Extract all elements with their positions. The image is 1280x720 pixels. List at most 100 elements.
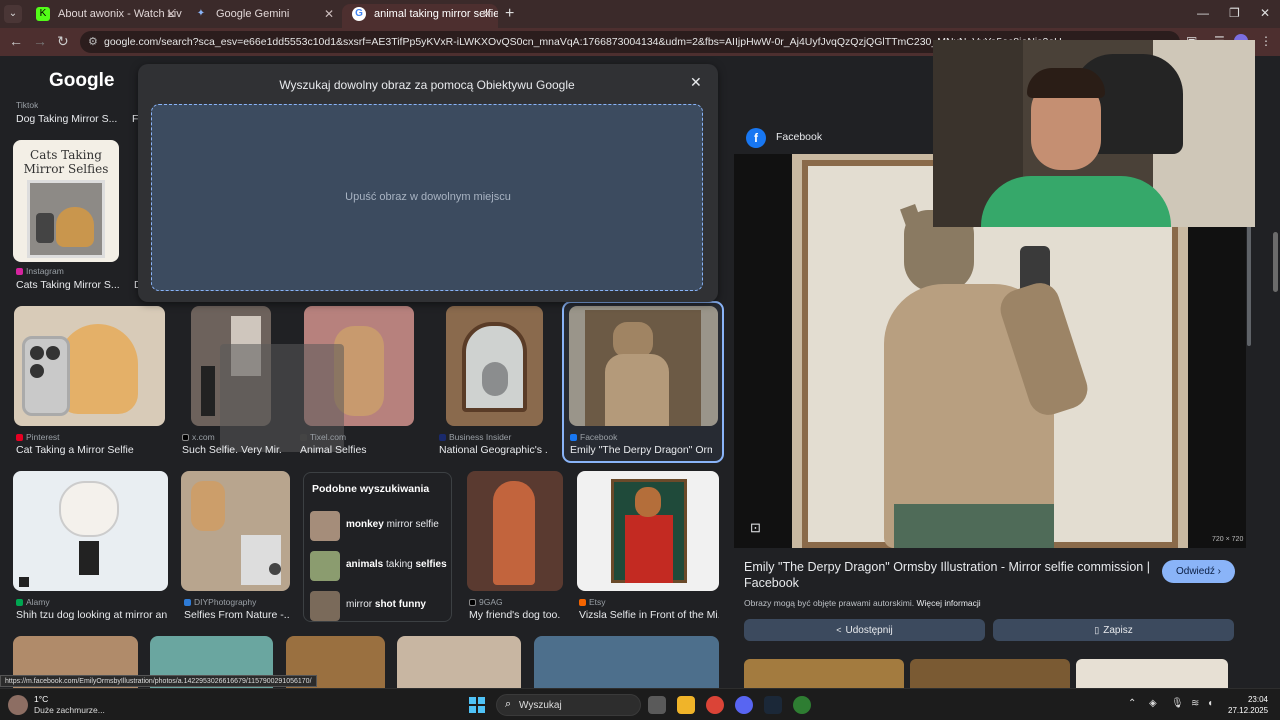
image-drop-zone[interactable]: Upuść obraz w dowolnym miejscu <box>151 104 703 291</box>
tab-search-icon[interactable]: ⌄ <box>4 5 22 23</box>
close-icon[interactable]: ✕ <box>166 4 176 24</box>
result-thumbnail-friends-dog[interactable] <box>467 471 563 591</box>
kick-icon: K <box>36 7 50 21</box>
tab-image-search[interactable]: G animal taking mirror selfie - Sz ✕ <box>342 4 498 28</box>
microphone-icon[interactable]: 🎙 <box>1171 698 1184 709</box>
result-caption[interactable]: Animal Selfies <box>300 444 410 456</box>
result-caption[interactable]: Vizsla Selfie in Front of the Mi... <box>579 609 719 621</box>
result-thumbnail-koala-mirror[interactable] <box>446 306 543 426</box>
visit-button[interactable]: Odwiedź › <box>1162 560 1235 583</box>
share-icon: < <box>836 625 842 635</box>
result-caption[interactable]: Cats Taking Mirror S... <box>16 279 126 291</box>
address-text: google.com/search?sca_esv=e66e1dd5553c10… <box>104 36 1062 48</box>
facebook-icon: f <box>746 128 766 148</box>
similar-thumb <box>310 591 340 621</box>
back-icon[interactable]: ← <box>9 33 23 49</box>
page-scrollbar[interactable] <box>1270 112 1280 688</box>
reload-icon[interactable]: ↻ <box>57 33 69 50</box>
site-info-icon[interactable]: ⚙ <box>88 31 98 53</box>
clock[interactable]: 23:04 27.12.2025 <box>1228 694 1268 716</box>
clock-time: 23:04 <box>1247 695 1268 704</box>
steam-icon[interactable] <box>764 696 782 714</box>
tixel-icon <box>300 434 307 441</box>
bookmark-icon: ▯ <box>1094 625 1100 635</box>
result-caption[interactable]: National Geographic's ... <box>439 444 547 456</box>
collection-icon <box>19 577 29 587</box>
chrome-icon[interactable] <box>706 696 724 714</box>
restore-icon[interactable]: ❐ <box>1229 6 1240 20</box>
similar-searches-title: Podobne wyszukiwania <box>312 483 430 495</box>
similar-search-animals[interactable]: animals taking selfies <box>310 551 450 581</box>
network-app-icon[interactable]: ◈ <box>1149 698 1157 709</box>
result-source: Facebook <box>570 432 710 442</box>
new-tab-icon[interactable]: + <box>505 5 514 23</box>
result-thumbnail-derpy-dragon[interactable] <box>569 306 718 426</box>
save-button[interactable]: ▯ Zapisz <box>993 619 1234 641</box>
result-source: Tixel.com <box>300 432 400 442</box>
tab-label: animal taking mirror selfie - Sz <box>374 8 498 20</box>
lens-search-icon[interactable]: ⊡ <box>750 520 761 536</box>
similar-search-monkey[interactable]: monkey mirror selfie <box>310 511 450 541</box>
result-thumbnail-cats-mirror[interactable]: Cats Taking Mirror Selfies <box>13 140 119 262</box>
result-caption[interactable]: Such Selfie. Very Mir... <box>182 444 282 456</box>
copyright-notice: Obrazy mogą być objęte prawami autorskim… <box>744 598 981 608</box>
preview-source-name[interactable]: Facebook <box>776 131 822 143</box>
pinterest-icon <box>16 434 23 441</box>
result-caption[interactable]: Emily "The Derpy Dragon" Orm... <box>570 444 712 456</box>
preview-title[interactable]: Emily "The Derpy Dragon" Ormsby Illustra… <box>744 559 1154 591</box>
app-icon[interactable] <box>793 696 811 714</box>
result-thumbnail-meerkats[interactable] <box>181 471 290 591</box>
result-thumbnail-cat-phone[interactable] <box>14 306 165 426</box>
related-thumbnail[interactable] <box>910 659 1070 688</box>
x-icon <box>182 434 189 441</box>
similar-thumb <box>310 511 340 541</box>
share-button[interactable]: < Udostępnij <box>744 619 985 641</box>
tab-awonix[interactable]: K About awonix - Watch Live on ✕ <box>26 4 182 28</box>
windows-start-icon[interactable] <box>469 697 485 713</box>
volume-icon[interactable]: ◖ <box>1207 698 1213 709</box>
google-logo[interactable]: Google <box>49 70 114 92</box>
result-caption[interactable]: Shih tzu dog looking at mirror an... <box>16 609 168 621</box>
wifi-icon[interactable]: ≋ <box>1191 698 1199 709</box>
taskbar-search[interactable]: ⌕ Wyszukaj <box>496 694 641 716</box>
weather-icon[interactable] <box>8 695 28 715</box>
tab-strip: ⌄ K About awonix - Watch Live on ✕ ✦ Goo… <box>0 0 1280 28</box>
chevron-up-icon[interactable]: ⌃ <box>1128 698 1136 709</box>
result-caption[interactable]: Cat Taking a Mirror Selfie <box>16 444 166 456</box>
tab-label: Google Gemini <box>216 8 290 20</box>
more-info-link[interactable]: Więcej informacji <box>916 598 980 608</box>
close-icon[interactable]: ✕ <box>690 74 702 91</box>
google-icon: G <box>352 7 366 21</box>
result-thumbnail-shih-tzu[interactable] <box>13 471 168 591</box>
status-bar-url: https://m.facebook.com/EmilyOrmsbyIllust… <box>0 675 317 687</box>
result-caption[interactable]: Selfies From Nature -... <box>184 609 290 621</box>
result-caption[interactable]: My friend's dog too... <box>469 609 561 621</box>
result-thumbnail[interactable] <box>397 636 521 688</box>
close-icon[interactable]: ✕ <box>482 4 492 24</box>
window-close-icon[interactable]: ✕ <box>1260 6 1270 20</box>
result-source: x.com <box>182 432 282 442</box>
tab-gemini[interactable]: ✦ Google Gemini ✕ <box>184 4 340 28</box>
weather-description[interactable]: Duże zachmurze... <box>34 705 105 715</box>
minimize-icon[interactable]: — <box>1197 6 1209 20</box>
similar-searches-card: Podobne wyszukiwania monkey mirror selfi… <box>303 472 452 622</box>
result-caption[interactable]: Dog Taking Mirror S... <box>16 113 126 125</box>
result-source: DIYPhotography <box>184 597 294 607</box>
result-thumbnail[interactable] <box>534 636 719 688</box>
related-thumbnail[interactable] <box>1076 659 1228 688</box>
forward-icon[interactable]: → <box>33 33 47 49</box>
menu-icon[interactable]: ⋮ <box>1260 34 1272 48</box>
result-thumbnail-vizsla[interactable] <box>577 471 719 591</box>
related-thumbnail[interactable] <box>744 659 904 688</box>
search-icon: ⌕ <box>505 698 512 710</box>
task-view-icon[interactable] <box>648 696 666 714</box>
discord-icon[interactable] <box>735 696 753 714</box>
weather-temperature[interactable]: 1°C <box>34 694 48 704</box>
result-source: Business Insider <box>439 432 549 442</box>
similar-search-mirror-shot[interactable]: mirror shot funny <box>310 591 450 621</box>
close-icon[interactable]: ✕ <box>324 4 334 24</box>
file-explorer-icon[interactable] <box>677 696 695 714</box>
clock-date: 27.12.2025 <box>1228 706 1269 715</box>
page-scroll-thumb[interactable] <box>1273 232 1278 292</box>
lens-search-dialog: Wyszukaj dowolny obraz za pomocą Obiekty… <box>138 64 718 302</box>
